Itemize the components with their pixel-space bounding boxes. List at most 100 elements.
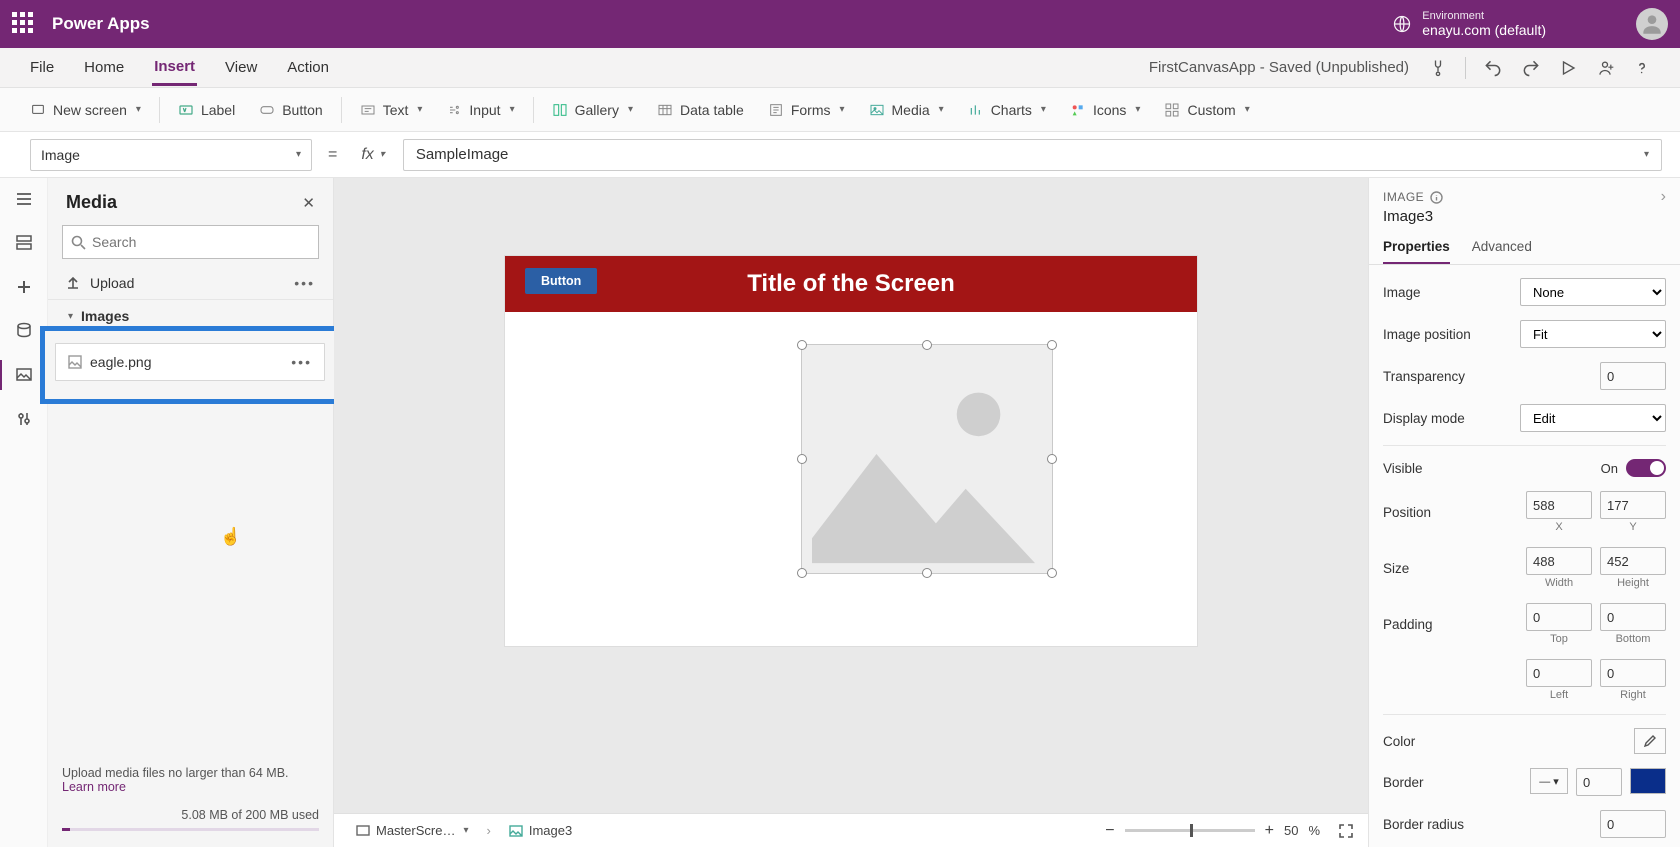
media-pane-icon[interactable] xyxy=(13,364,35,386)
tab-properties[interactable]: Properties xyxy=(1383,231,1450,264)
icons-label: Icons xyxy=(1093,102,1126,118)
upload-button[interactable]: Upload xyxy=(66,275,134,291)
formula-bar: Image ▾ = fx▾ SampleImage ▾ xyxy=(0,132,1680,178)
pad-left-input[interactable]: 0 xyxy=(1526,659,1592,687)
insert-pane-icon[interactable] xyxy=(13,276,35,298)
hamburger-icon[interactable] xyxy=(13,188,35,210)
environment-picker[interactable]: Environment enayu.com (default) xyxy=(1422,10,1546,38)
formula-input[interactable]: SampleImage ▾ xyxy=(403,139,1662,171)
tree-view-icon[interactable] xyxy=(13,232,35,254)
border-radius-input[interactable]: 0 xyxy=(1600,810,1666,838)
play-icon[interactable] xyxy=(1559,59,1577,77)
pad-right-input[interactable]: 0 xyxy=(1600,659,1666,687)
prop-image-position-select[interactable]: Fit xyxy=(1520,320,1666,348)
menu-view[interactable]: View xyxy=(223,51,259,84)
zoom-out-icon[interactable]: − xyxy=(1105,822,1114,840)
advanced-tools-icon[interactable] xyxy=(13,408,35,430)
gallery-button[interactable]: Gallery▾ xyxy=(540,97,645,123)
height-input[interactable]: 452 xyxy=(1600,547,1666,575)
breadcrumb-screen[interactable]: MasterScre… ▾ xyxy=(348,820,477,841)
menu-action[interactable]: Action xyxy=(285,51,331,84)
border-style-select[interactable]: — ▾ xyxy=(1530,768,1568,794)
media-button[interactable]: Media▾ xyxy=(857,97,956,123)
selected-media-highlight: eagle.png ••• xyxy=(40,326,340,404)
fx-label[interactable]: fx▾ xyxy=(353,146,392,164)
tab-advanced[interactable]: Advanced xyxy=(1472,231,1532,264)
forms-button[interactable]: Forms▾ xyxy=(756,97,857,123)
help-icon[interactable] xyxy=(1633,59,1651,77)
custom-button[interactable]: Custom▾ xyxy=(1152,97,1261,123)
canvas-button[interactable]: Button xyxy=(525,268,597,294)
search-input[interactable] xyxy=(92,234,310,250)
prop-transparency-input[interactable]: 0 xyxy=(1600,362,1666,390)
pos-y-input[interactable]: 177 xyxy=(1600,491,1666,519)
label-button[interactable]: Label xyxy=(166,97,247,123)
data-table-button[interactable]: Data table xyxy=(645,97,756,123)
resize-handle[interactable] xyxy=(797,454,807,464)
screen-header: Button Title of the Screen xyxy=(505,256,1197,312)
resize-handle[interactable] xyxy=(1047,340,1057,350)
images-section-header[interactable]: ▾ Images xyxy=(48,300,333,324)
prop-image-select[interactable]: None xyxy=(1520,278,1666,306)
undo-icon[interactable] xyxy=(1483,58,1503,78)
zoom-in-icon[interactable]: + xyxy=(1265,822,1274,840)
chevron-right-icon[interactable]: › xyxy=(1661,188,1666,206)
resize-handle[interactable] xyxy=(922,340,932,350)
waffle-icon[interactable] xyxy=(12,12,36,36)
app-checker-icon[interactable] xyxy=(1428,58,1448,78)
redo-icon[interactable] xyxy=(1521,58,1541,78)
expand-formula-icon[interactable]: ▾ xyxy=(1644,149,1649,160)
zoom-slider[interactable] xyxy=(1125,829,1255,832)
text-button[interactable]: Text▾ xyxy=(348,97,435,123)
zoom-control[interactable]: − + 50 % xyxy=(1105,822,1354,840)
media-label: Media xyxy=(892,102,930,118)
text-label: Text xyxy=(383,102,409,118)
menu-file[interactable]: File xyxy=(28,51,56,84)
design-surface[interactable]: Button Title of the Screen xyxy=(505,256,1197,646)
menu-home[interactable]: Home xyxy=(82,51,126,84)
breadcrumb-control[interactable]: Image3 xyxy=(501,820,580,841)
media-search[interactable] xyxy=(62,225,319,259)
pencil-icon xyxy=(1642,733,1658,749)
icons-button[interactable]: Icons▾ xyxy=(1058,97,1153,123)
border-color-swatch[interactable] xyxy=(1630,768,1666,794)
menu-insert[interactable]: Insert xyxy=(152,50,197,86)
image-control[interactable] xyxy=(801,344,1053,574)
prop-image-position-label: Image position xyxy=(1383,327,1471,342)
media-file-item[interactable]: eagle.png ••• xyxy=(55,343,325,381)
resize-handle[interactable] xyxy=(797,340,807,350)
color-swatch[interactable] xyxy=(1634,728,1666,754)
control-name[interactable]: Image3 xyxy=(1369,208,1680,231)
new-screen-button[interactable]: New screen▾ xyxy=(18,97,153,123)
visible-toggle[interactable] xyxy=(1626,459,1666,477)
more-icon[interactable]: ••• xyxy=(294,275,315,291)
search-icon xyxy=(71,235,86,250)
share-icon[interactable] xyxy=(1595,58,1615,78)
canvas-area[interactable]: Button Title of the Screen xyxy=(334,178,1368,847)
button-button[interactable]: Button xyxy=(247,97,334,123)
close-icon[interactable]: ✕ xyxy=(302,194,315,212)
border-width-input[interactable]: 0 xyxy=(1576,768,1622,796)
file-more-icon[interactable]: ••• xyxy=(291,354,312,370)
user-avatar[interactable] xyxy=(1636,8,1668,40)
resize-handle[interactable] xyxy=(797,568,807,578)
chevron-down-icon: ▾ xyxy=(68,311,73,322)
pos-x-input[interactable]: 588 xyxy=(1526,491,1592,519)
fit-to-window-icon[interactable] xyxy=(1338,823,1354,839)
media-panel-footer: Upload media files no larger than 64 MB.… xyxy=(48,756,333,847)
resize-handle[interactable] xyxy=(1047,568,1057,578)
prop-display-mode-select[interactable]: Edit xyxy=(1520,404,1666,432)
pad-top-input[interactable]: 0 xyxy=(1526,603,1592,631)
resize-handle[interactable] xyxy=(1047,454,1057,464)
property-dropdown[interactable]: Image ▾ xyxy=(30,139,312,171)
info-icon[interactable] xyxy=(1430,191,1443,204)
pad-bottom-input[interactable]: 0 xyxy=(1600,603,1666,631)
width-input[interactable]: 488 xyxy=(1526,547,1592,575)
breadcrumb-screen-label: MasterScre… xyxy=(376,823,455,838)
learn-more-link[interactable]: Learn more xyxy=(62,780,126,794)
charts-button[interactable]: Charts▾ xyxy=(956,97,1058,123)
resize-handle[interactable] xyxy=(922,568,932,578)
data-icon[interactable] xyxy=(13,320,35,342)
input-button[interactable]: Input▾ xyxy=(434,97,526,123)
control-type: IMAGE xyxy=(1383,190,1424,204)
